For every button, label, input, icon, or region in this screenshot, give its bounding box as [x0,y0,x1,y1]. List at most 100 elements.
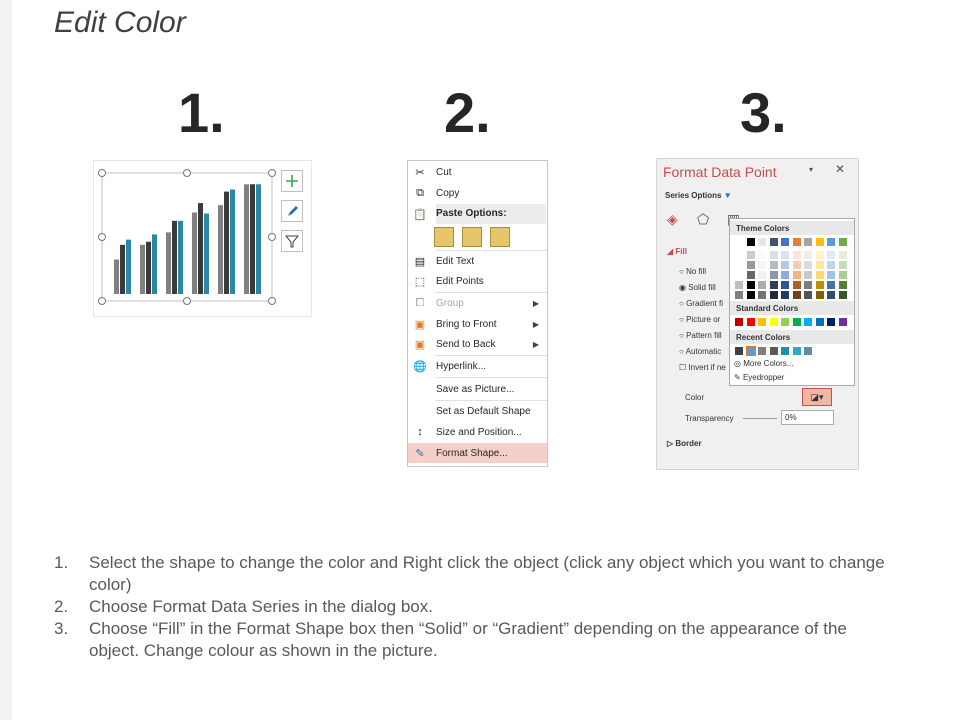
color-swatch[interactable] [758,271,766,279]
color-swatch[interactable] [838,318,847,326]
color-swatch[interactable] [735,318,743,326]
color-swatch[interactable] [735,261,743,269]
color-swatch[interactable] [781,271,789,279]
color-swatch[interactable] [815,238,824,246]
color-swatch[interactable] [735,238,743,246]
color-picker-button[interactable]: ◪▾ [802,388,832,406]
resize-handle[interactable] [268,297,276,305]
color-swatch[interactable] [746,318,755,326]
color-swatch[interactable] [769,271,778,279]
color-swatch[interactable] [838,281,847,289]
resize-handle[interactable] [98,233,106,241]
color-swatch[interactable] [769,261,778,269]
color-swatch[interactable] [827,271,835,279]
menu-item-edit-text[interactable]: ▤ Edit Text [408,251,547,271]
menu-item-format-shape[interactable]: ✎ Format Shape... [408,443,547,463]
color-swatch[interactable] [792,238,801,246]
fill-option-picture[interactable]: ○ Picture or [679,315,726,331]
menu-item-group[interactable]: ⧠ Group ▶ [408,293,547,313]
color-swatch[interactable] [746,238,755,246]
fill-option-no-fill[interactable]: ○ No fill [679,267,726,283]
resize-handle[interactable] [268,233,276,241]
color-swatch[interactable] [838,271,847,279]
menu-item-edit-points[interactable]: ⬚ Edit Points [408,271,547,291]
chart-bar[interactable] [178,220,183,294]
color-swatch[interactable] [746,251,755,259]
color-swatch[interactable] [735,271,743,279]
color-swatch[interactable] [746,261,755,269]
color-swatch[interactable] [804,318,812,326]
color-swatch[interactable] [735,281,743,289]
paste-picture-button[interactable] [490,227,510,247]
color-swatch[interactable] [804,347,812,355]
color-swatch[interactable] [781,318,789,326]
color-swatch[interactable] [804,291,812,299]
chart-bar[interactable] [204,213,209,294]
fill-option-solid[interactable]: ◉ Solid fill [679,283,726,299]
chart-bar[interactable] [166,232,171,294]
chart-bar[interactable] [140,244,145,294]
color-swatch[interactable] [758,238,766,246]
chart-bar[interactable] [244,184,249,294]
color-swatch[interactable] [746,291,755,299]
color-swatch[interactable] [827,318,835,326]
color-swatch[interactable] [758,281,766,289]
color-swatch[interactable] [792,261,801,269]
color-swatch[interactable] [815,291,824,299]
color-swatch[interactable] [792,281,801,289]
chart-bar[interactable] [172,220,177,294]
color-swatch[interactable] [804,281,812,289]
fill-option-gradient[interactable]: ○ Gradient fi [679,299,726,315]
menu-item-copy[interactable]: ⧉ Copy [408,183,547,203]
color-swatch[interactable] [827,261,835,269]
color-swatch[interactable] [758,251,766,259]
color-swatch[interactable] [781,261,789,269]
eyedropper-item[interactable]: ✎ Eyedropper [734,373,784,382]
chart-bar[interactable] [192,212,197,294]
menu-item-bring-to-front[interactable]: ▣ Bring to Front ▶ [408,314,547,334]
color-swatch[interactable] [781,347,789,355]
menu-item-send-to-back[interactable]: ▣ Send to Back ▶ [408,334,547,354]
chart-bar[interactable] [126,239,131,294]
color-swatch[interactable] [769,291,778,299]
fill-option-automatic[interactable]: ○ Automatic [679,347,726,363]
color-swatch[interactable] [792,271,801,279]
more-colors-item[interactable]: ◎ More Colors... [734,359,793,368]
series-options-label[interactable]: Series Options ▼ [665,191,732,200]
color-swatch[interactable] [815,318,824,326]
chart-bar[interactable] [230,189,235,295]
fill-section-header[interactable]: ◢ Fill [667,247,687,256]
resize-handle[interactable] [183,169,191,177]
color-swatch[interactable] [792,347,801,355]
color-swatch[interactable] [827,291,835,299]
close-icon[interactable]: ✕ [835,162,845,176]
color-swatch[interactable] [815,271,824,279]
invert-if-negative[interactable]: ☐ Invert if ne [679,363,726,379]
transparency-slider[interactable] [743,418,777,419]
color-swatch[interactable] [746,271,755,279]
chart-bar[interactable] [256,184,261,294]
menu-item-save-as-picture[interactable]: Save as Picture... [408,379,547,399]
border-section-header[interactable]: ▷ Border [667,439,702,448]
menu-item-cut[interactable]: ✂ Cut [408,162,547,182]
chart-bar[interactable] [114,259,119,294]
chart-bar[interactable] [120,244,125,294]
color-swatch[interactable] [758,318,766,326]
color-swatch[interactable] [815,251,824,259]
color-swatch[interactable] [769,281,778,289]
color-swatch[interactable] [792,291,801,299]
color-swatch[interactable] [792,251,801,259]
menu-item-size-position[interactable]: ↕ Size and Position... [408,422,547,442]
pane-options-dropdown[interactable]: ▾ [809,165,813,174]
chart-filters-button[interactable] [281,230,303,252]
effects-icon[interactable]: ⬠ [697,211,709,228]
color-swatch[interactable] [781,291,789,299]
resize-handle[interactable] [98,169,106,177]
color-swatch[interactable] [758,261,766,269]
resize-handle[interactable] [98,297,106,305]
color-swatch[interactable] [781,251,789,259]
chart-bar[interactable] [198,203,203,294]
color-swatch[interactable] [838,251,847,259]
chart-styles-button[interactable] [281,200,303,222]
color-swatch[interactable] [804,261,812,269]
